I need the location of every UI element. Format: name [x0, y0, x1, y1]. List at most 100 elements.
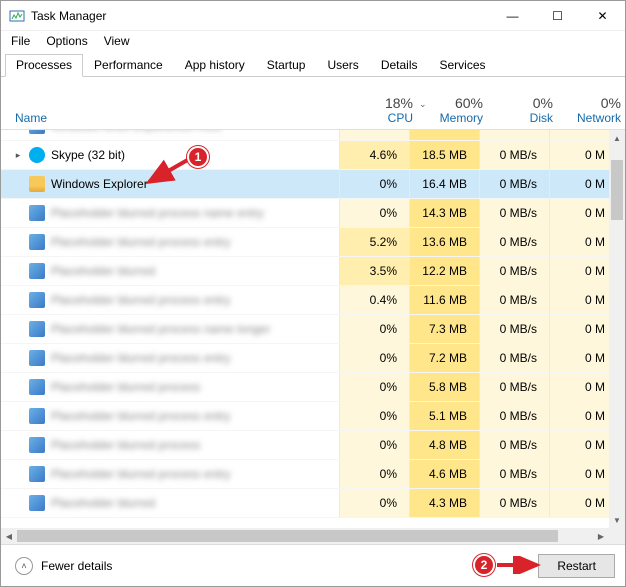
- cell-cpu: 0%: [339, 344, 409, 372]
- tab-app-history[interactable]: App history: [174, 54, 256, 77]
- column-disk[interactable]: 0% Disk: [495, 95, 565, 125]
- cell-cpu: 0%: [339, 199, 409, 227]
- process-name: Placeholder blurred process: [51, 380, 200, 394]
- scroll-track-h[interactable]: [17, 528, 593, 544]
- annotation-callout-1: 1: [187, 146, 209, 168]
- process-name-cell[interactable]: Placeholder blurred process entry: [1, 350, 339, 366]
- table-row[interactable]: Placeholder blurred process entry0.4%11.…: [1, 286, 609, 315]
- process-name-cell[interactable]: Placeholder blurred process entry: [1, 234, 339, 250]
- cell-disk: 0 MB/s: [479, 344, 549, 372]
- restart-button[interactable]: Restart: [538, 554, 615, 578]
- process-icon: [29, 176, 45, 192]
- process-name-cell[interactable]: Placeholder blurred process name entry: [1, 205, 339, 221]
- cell-disk: 0 MB/s: [479, 141, 549, 169]
- table-row[interactable]: Placeholder blurred0%4.3 MB0 MB/s0 M: [1, 489, 609, 518]
- expand-icon[interactable]: ▸: [13, 150, 23, 161]
- menu-file[interactable]: File: [5, 32, 36, 50]
- cell-disk: 0 MB/s: [479, 402, 549, 430]
- table-row[interactable]: Placeholder blurred process name longer0…: [1, 315, 609, 344]
- process-name-cell[interactable]: Placeholder blurred process: [1, 379, 339, 395]
- tab-services[interactable]: Services: [429, 54, 497, 77]
- scroll-thumb[interactable]: [611, 160, 623, 220]
- close-button[interactable]: ✕: [580, 1, 625, 30]
- process-icon: [29, 321, 45, 337]
- cell-net: 0 M: [549, 344, 609, 372]
- process-icon: [29, 437, 45, 453]
- fewer-details-label[interactable]: Fewer details: [41, 559, 112, 573]
- table-row[interactable]: Windows Shell Experience Host0%29.0 MB0 …: [1, 130, 609, 141]
- cell-cpu: 0%: [339, 402, 409, 430]
- table-row[interactable]: Placeholder blurred process0%4.8 MB0 MB/…: [1, 431, 609, 460]
- minimize-button[interactable]: —: [490, 1, 535, 30]
- cell-cpu: 0%: [339, 431, 409, 459]
- menu-view[interactable]: View: [98, 32, 136, 50]
- process-name-cell[interactable]: Placeholder blurred process entry: [1, 466, 339, 482]
- table-row[interactable]: Placeholder blurred3.5%12.2 MB0 MB/s0 M: [1, 257, 609, 286]
- process-name-cell[interactable]: Placeholder blurred process: [1, 437, 339, 453]
- tab-strip: ProcessesPerformanceApp historyStartupUs…: [1, 53, 625, 77]
- fewer-details-toggle-icon[interactable]: ˄: [15, 557, 33, 575]
- table-row[interactable]: Placeholder blurred process entry0%5.1 M…: [1, 402, 609, 431]
- column-network[interactable]: 0% Network: [565, 95, 625, 125]
- scroll-down-icon[interactable]: ▼: [609, 512, 625, 528]
- cell-cpu: 3.5%: [339, 257, 409, 285]
- process-name: Windows Explorer: [51, 177, 148, 191]
- process-icon: [29, 466, 45, 482]
- menu-options[interactable]: Options: [40, 32, 93, 50]
- cell-cpu: 5.2%: [339, 228, 409, 256]
- process-name: Placeholder blurred process entry: [51, 235, 230, 249]
- process-name-cell[interactable]: Placeholder blurred process name longer: [1, 321, 339, 337]
- process-name-cell[interactable]: Placeholder blurred process entry: [1, 292, 339, 308]
- scroll-corner: [609, 528, 625, 544]
- column-cpu[interactable]: 18% CPU: [355, 95, 425, 125]
- tab-startup[interactable]: Startup: [256, 54, 317, 77]
- cell-mem: 11.6 MB: [409, 286, 479, 314]
- maximize-button[interactable]: ☐: [535, 1, 580, 30]
- process-icon: [29, 234, 45, 250]
- process-name: Placeholder blurred process: [51, 438, 200, 452]
- column-memory[interactable]: ⌄ 60% Memory: [425, 95, 495, 125]
- vertical-scrollbar[interactable]: ▲ ▼: [609, 130, 625, 528]
- cell-mem: 7.2 MB: [409, 344, 479, 372]
- scroll-up-icon[interactable]: ▲: [609, 130, 625, 146]
- cell-disk: 0 MB/s: [479, 170, 549, 198]
- scroll-thumb-h[interactable]: [17, 530, 558, 542]
- cell-disk: 0 MB/s: [479, 315, 549, 343]
- cell-cpu: 0%: [339, 315, 409, 343]
- process-name-cell[interactable]: Placeholder blurred process entry: [1, 408, 339, 424]
- tab-processes[interactable]: Processes: [5, 54, 83, 77]
- table-row[interactable]: Placeholder blurred process entry 0%7.2 M…: [1, 344, 609, 373]
- column-name[interactable]: Name: [1, 111, 355, 125]
- menu-bar: File Options View: [1, 31, 625, 51]
- process-name: Placeholder blurred process entry: [51, 351, 230, 365]
- horizontal-scrollbar[interactable]: ◀ ▶: [1, 528, 609, 544]
- tab-performance[interactable]: Performance: [83, 54, 174, 77]
- cell-disk: 0 MB/s: [479, 257, 549, 285]
- scroll-left-icon[interactable]: ◀: [1, 528, 17, 544]
- process-name-cell[interactable]: Placeholder blurred: [1, 263, 339, 279]
- tab-users[interactable]: Users: [316, 54, 369, 77]
- cell-mem: 5.8 MB: [409, 373, 479, 401]
- table-row[interactable]: Placeholder blurred process entry0%4.6 M…: [1, 460, 609, 489]
- column-header: Name 18% CPU ⌄ 60% Memory 0% Disk 0% Net…: [1, 77, 625, 130]
- scroll-track[interactable]: [609, 146, 625, 512]
- table-row[interactable]: Windows Explorer0%16.4 MB0 MB/s0 M: [1, 170, 609, 199]
- process-name: Placeholder blurred process entry: [51, 293, 230, 307]
- cell-cpu: 0%: [339, 130, 409, 140]
- scroll-right-icon[interactable]: ▶: [593, 528, 609, 544]
- cell-cpu: 0%: [339, 460, 409, 488]
- table-row[interactable]: Placeholder blurred process name entry0%…: [1, 199, 609, 228]
- process-name-cell[interactable]: Placeholder blurred: [1, 495, 339, 511]
- table-row[interactable]: ▸Skype (32 bit)4.6%18.5 MB0 MB/s0 M: [1, 141, 609, 170]
- cell-mem: 16.4 MB: [409, 170, 479, 198]
- cell-net: 0 M: [549, 460, 609, 488]
- process-name-cell[interactable]: Windows Shell Experience Host: [1, 130, 339, 134]
- cell-disk: 0 MB/s: [479, 228, 549, 256]
- cell-disk: 0 MB/s: [479, 373, 549, 401]
- tab-details[interactable]: Details: [370, 54, 429, 77]
- table-row[interactable]: Placeholder blurred process entry5.2%13.…: [1, 228, 609, 257]
- process-icon: [29, 130, 45, 134]
- process-icon: [29, 147, 45, 163]
- annotation-callout-2: 2: [473, 554, 495, 576]
- table-row[interactable]: Placeholder blurred process0%5.8 MB0 MB/…: [1, 373, 609, 402]
